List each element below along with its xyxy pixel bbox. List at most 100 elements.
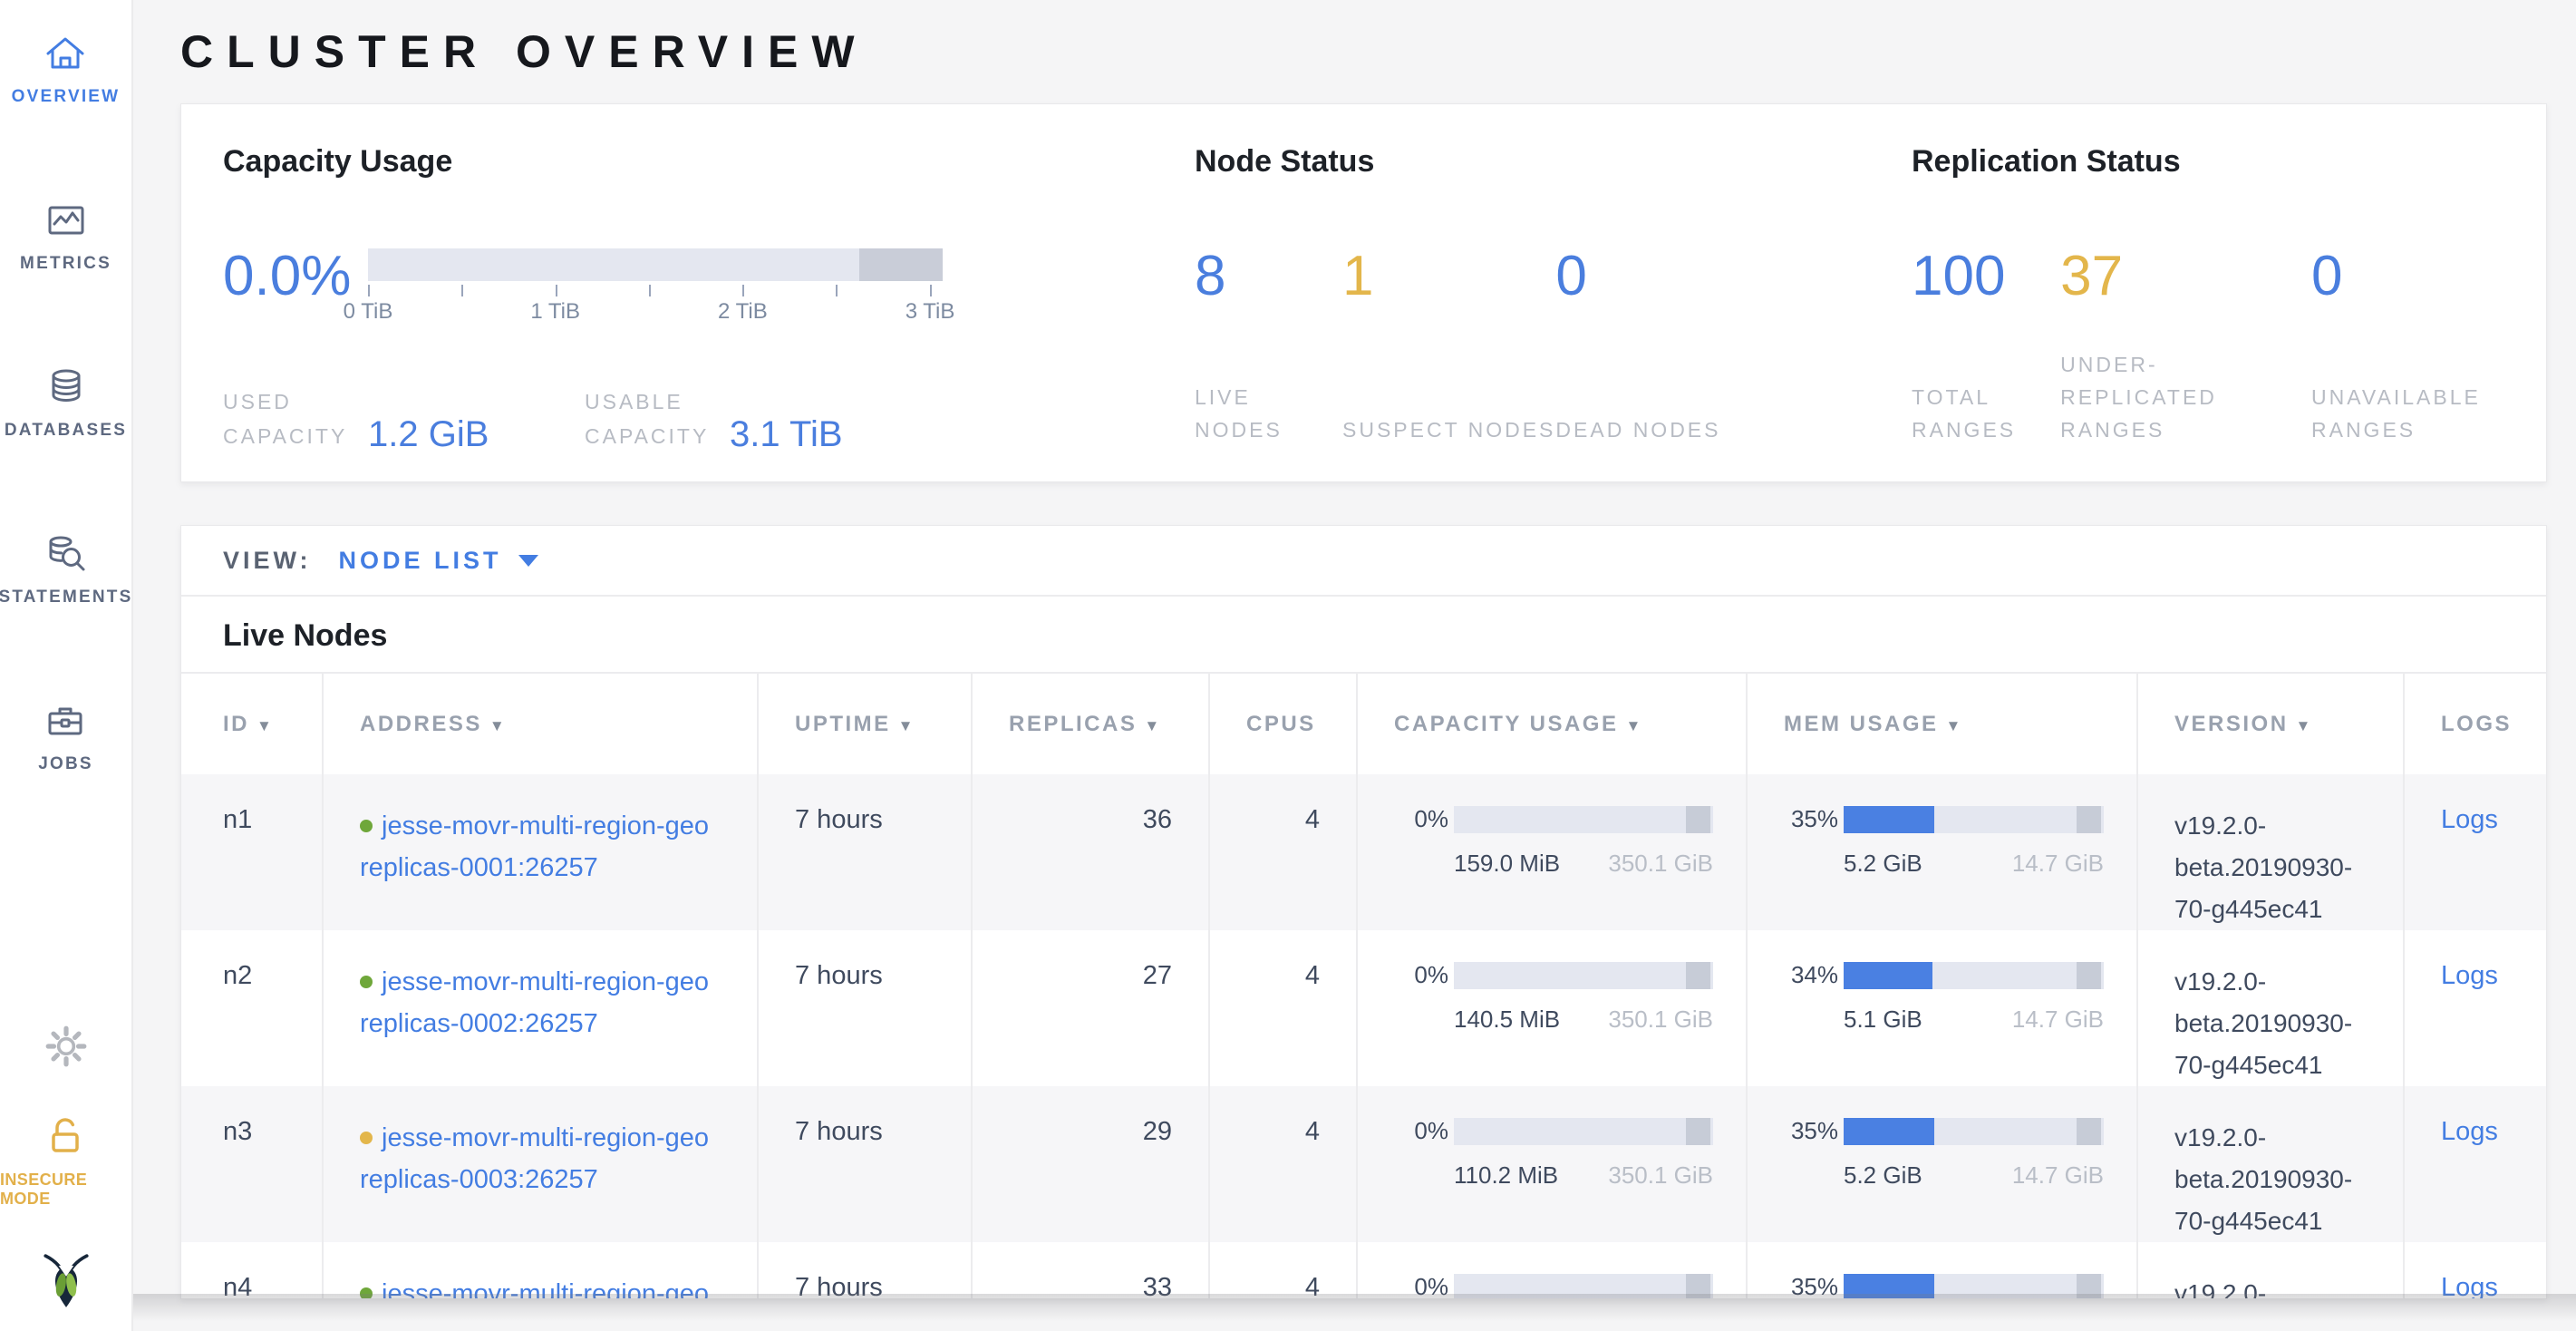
version-cell: v19.2.0-beta.20190930-70-g445ec41 xyxy=(2137,1086,2404,1242)
node-address-link[interactable]: jesse-movr-multi-region-georeplicas-0001… xyxy=(360,811,757,889)
mem-percent: 35% xyxy=(1786,805,1838,833)
capacity-bar-segment xyxy=(1686,1274,1710,1300)
mem-bar xyxy=(1844,962,2104,989)
stat-value: 8 xyxy=(1195,248,1342,305)
sort-arrow-icon: ▼ xyxy=(1946,717,1963,734)
version-cell: v19.2.0-beta.20190930-70-g445ec41 xyxy=(2137,1242,2404,1299)
axis-tick xyxy=(836,285,838,296)
capacity-usage-cell: 0% 159.0 MiB 350.1 GiB xyxy=(1357,774,1747,930)
usable-capacity-label: USABLE CAPACITY xyxy=(585,384,730,453)
sidebar-item-databases[interactable]: DATABASES xyxy=(5,366,127,441)
unlocked-padlock-icon xyxy=(44,1115,88,1160)
capacity-total-value: 350.1 GiB xyxy=(1608,1161,1713,1190)
node-status-dot xyxy=(360,1132,373,1144)
insecure-mode-indicator[interactable]: INSECURE MODE xyxy=(0,1115,131,1209)
logs-link[interactable]: Logs xyxy=(2441,805,2498,834)
statements-search-icon xyxy=(45,533,87,575)
sort-arrow-icon: ▼ xyxy=(1625,717,1642,734)
node-address-cell: jesse-movr-multi-region-georeplicas-0001… xyxy=(323,774,758,930)
axis-tick xyxy=(368,285,370,296)
capacity-bar xyxy=(1454,962,1713,989)
stat-value: 0 xyxy=(2311,248,2504,305)
main-content: CLUSTER OVERVIEW Capacity Usage 0.0% 0 T… xyxy=(133,0,2576,1299)
sidebar-item-metrics[interactable]: METRICS xyxy=(20,199,111,274)
sidebar-item-statements[interactable]: STATEMENTS xyxy=(0,533,132,607)
stat: 1 SUSPECT NODES xyxy=(1342,248,1555,446)
uptime-cell: 7 hours xyxy=(758,1086,972,1242)
column-header[interactable]: ADDRESS▼ xyxy=(323,673,758,774)
capacity-usage-cell: 0% 140.5 MiB 350.1 GiB xyxy=(1357,930,1747,1086)
sidebar-item-label: OVERVIEW xyxy=(12,87,121,107)
insecure-mode-label: INSECURE MODE xyxy=(0,1171,131,1209)
node-list-card: VIEW: NODE LIST Live Nodes ID▼ ADDRESS▼ xyxy=(180,525,2547,1299)
stat-label: LIVE NODES xyxy=(1195,381,1342,446)
mem-used-value: 5.2 GiB xyxy=(1844,1161,1922,1190)
live-nodes-table: ID▼ ADDRESS▼ UPTIME▼ REPLICAS▼ CPUS CAPA… xyxy=(181,672,2546,1299)
logs-cell: Logs xyxy=(2404,774,2546,930)
node-status-dot xyxy=(360,976,373,988)
column-header[interactable]: UPTIME▼ xyxy=(758,673,972,774)
axis-tick-label: 0 TiB xyxy=(344,299,393,325)
replication-status-section: Replication Status 100 TOTAL RANGES 37 U… xyxy=(1912,144,2504,445)
column-header[interactable]: VERSION▼ xyxy=(2137,673,2404,774)
version-cell: v19.2.0-beta.20190930-70-g445ec41 xyxy=(2137,774,2404,930)
stat-value: 0 xyxy=(1555,248,1720,305)
sidebar-item-label: JOBS xyxy=(38,754,93,774)
capacity-bar xyxy=(1454,1118,1713,1145)
stat: 0 UNAVAILABLE RANGES xyxy=(2311,248,2504,446)
capacity-percent: 0% xyxy=(1396,1117,1448,1145)
node-address-link[interactable]: jesse-movr-multi-region-georeplicas-0002… xyxy=(360,967,757,1044)
column-header[interactable]: ID▼ xyxy=(181,673,323,774)
sidebar: OVERVIEW METRICS DATABASES xyxy=(0,0,133,1331)
used-capacity-value: 1.2 GiB xyxy=(368,415,585,453)
replicas-cell: 33 xyxy=(972,1242,1209,1299)
column-header[interactable]: REPLICAS▼ xyxy=(972,673,1209,774)
mem-total-value: 14.7 GiB xyxy=(2012,850,2104,878)
column-header[interactable]: LOGS xyxy=(2404,673,2546,774)
table-row: n3 jesse-movr-multi-region-georeplicas-0… xyxy=(181,1086,2546,1242)
sidebar-item-jobs[interactable]: JOBS xyxy=(38,700,93,774)
node-id-cell: n4 xyxy=(181,1242,323,1299)
axis-tick-label: 3 TiB xyxy=(905,299,955,325)
node-address-link[interactable]: jesse-movr-multi-region-georeplicas-0003… xyxy=(360,1123,757,1200)
logs-link[interactable]: Logs xyxy=(2441,1273,2498,1299)
mem-percent: 34% xyxy=(1786,961,1838,989)
bottom-scroll-shadow xyxy=(133,1294,2576,1331)
capacity-percent: 0% xyxy=(1396,805,1448,833)
node-address-link[interactable]: jesse-movr-multi-region-georeplicas-0004… xyxy=(360,1279,757,1299)
node-id-cell: n3 xyxy=(181,1086,323,1242)
mem-usage-cell: 35% 5.2 GiB 14.7 GiB xyxy=(1747,774,2137,930)
capacity-bar-segment xyxy=(1686,962,1710,989)
cpus-cell: 4 xyxy=(1209,930,1357,1086)
capacity-percent: 0.0% xyxy=(223,248,368,305)
logs-cell: Logs xyxy=(2404,930,2546,1086)
capacity-used-value: 110.2 MiB xyxy=(1454,1161,1558,1190)
cluster-summary-card: Capacity Usage 0.0% 0 TiB1 TiB2 TiB3 TiB… xyxy=(180,103,2547,482)
mem-bar-fill xyxy=(1844,962,1932,989)
view-dropdown[interactable]: NODE LIST xyxy=(339,547,538,575)
replication-status-stats: 100 TOTAL RANGES 37 UNDER-REPLICATED RAN… xyxy=(1912,248,2504,446)
cockroachdb-logo[interactable] xyxy=(40,1252,92,1315)
logs-cell: Logs xyxy=(2404,1086,2546,1242)
sidebar-item-overview[interactable]: OVERVIEW xyxy=(12,33,121,107)
node-id-cell: n2 xyxy=(181,930,323,1086)
capacity-bar-segment xyxy=(1686,1118,1710,1145)
usable-capacity-value: 3.1 TiB xyxy=(730,415,843,453)
column-header[interactable]: CAPACITY USAGE▼ xyxy=(1357,673,1747,774)
capacity-gauge-labels: 0 TiB1 TiB2 TiB3 TiB xyxy=(368,299,943,326)
table-row: n1 jesse-movr-multi-region-georeplicas-0… xyxy=(181,774,2546,930)
column-header[interactable]: CPUS xyxy=(1209,673,1357,774)
logs-link[interactable]: Logs xyxy=(2441,961,2498,990)
capacity-used-value: 140.5 MiB xyxy=(1454,1006,1560,1034)
column-header[interactable]: MEM USAGE▼ xyxy=(1747,673,2137,774)
capacity-usage-cell: 0% 110.2 MiB 350.1 GiB xyxy=(1357,1086,1747,1242)
sort-arrow-icon: ▼ xyxy=(1144,717,1161,734)
capacity-bar-segment xyxy=(1686,806,1710,833)
capacity-percent: 0% xyxy=(1396,961,1448,989)
stat-label: SUSPECT NODES xyxy=(1342,413,1555,446)
logs-link[interactable]: Logs xyxy=(2441,1117,2498,1146)
mem-bar xyxy=(1844,1118,2104,1145)
settings-gear-icon[interactable] xyxy=(44,1024,89,1074)
uptime-cell: 7 hours xyxy=(758,1242,972,1299)
cpus-cell: 4 xyxy=(1209,1242,1357,1299)
